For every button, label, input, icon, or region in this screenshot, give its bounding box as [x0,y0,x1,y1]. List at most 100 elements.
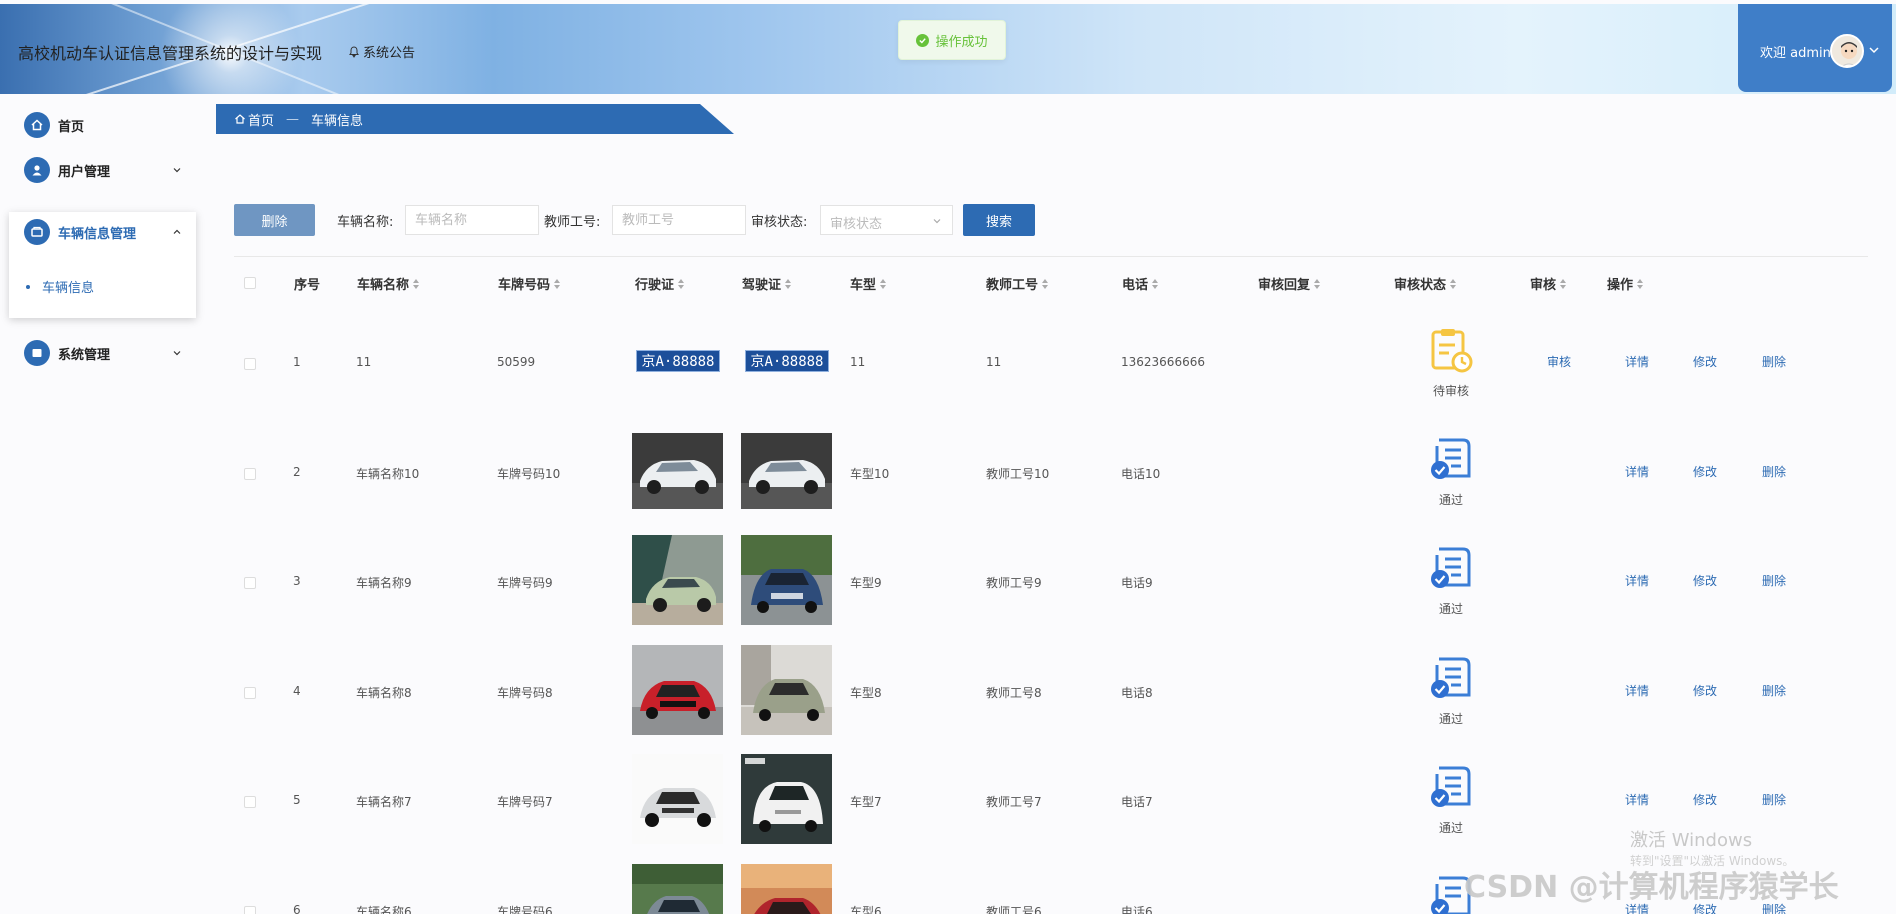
row-checkbox[interactable] [244,577,256,589]
row-checkbox[interactable] [244,796,256,808]
sort-icon[interactable] [1314,278,1321,289]
detail-link[interactable]: 详情 [1625,353,1649,370]
sort-icon[interactable] [1637,278,1644,289]
license-photo[interactable] [632,645,723,735]
sidebar-item-user-management[interactable]: 用户管理 [24,157,184,183]
cell-index: 3 [293,574,301,588]
home-icon [235,114,245,124]
bulk-delete-button[interactable]: 删除 [234,204,315,236]
delete-link[interactable]: 删除 [1762,682,1786,699]
delete-link[interactable]: 删除 [1762,572,1786,589]
row-checkbox[interactable] [244,358,256,370]
sort-icon[interactable] [413,278,420,289]
delete-link[interactable]: 删除 [1762,791,1786,808]
detail-link[interactable]: 详情 [1625,572,1649,589]
search-button[interactable]: 搜索 [963,204,1035,236]
column-header-model[interactable]: 车型 [850,274,887,293]
detail-link[interactable]: 详情 [1625,463,1649,480]
user-menu[interactable]: 欢迎 admin [1738,4,1892,92]
check-circle-icon [916,33,930,47]
license-photo[interactable] [632,864,723,914]
cell-name: 车辆名称9 [356,576,412,590]
select-all-checkbox[interactable] [244,277,256,289]
cell-plate: 车牌号码8 [497,686,553,700]
sidebar-subitem-label: 车辆信息 [42,281,95,296]
status-text: 通过 [1438,712,1463,726]
audit-status-select[interactable]: 审核状态 [820,205,953,235]
delete-link[interactable]: 删除 [1762,463,1786,480]
edit-link[interactable]: 修改 [1693,353,1717,370]
sort-icon[interactable] [678,278,685,289]
sort-icon[interactable] [1450,278,1457,289]
edit-link[interactable]: 修改 [1693,463,1717,480]
column-header-audit[interactable]: 审核 [1530,274,1567,293]
status-text: 通过 [1438,821,1463,835]
table-row: 3 车辆名称9 车牌号码9 车型9 教师工号9 电话9 通过 详情 修改 删除 [0,527,1896,637]
vehicle-name-input[interactable] [405,205,539,235]
cell-plate: 车牌号码6 [497,905,553,914]
cell-teacher: 11 [986,355,1002,369]
audit-link[interactable]: 审核 [1547,353,1571,370]
sort-icon[interactable] [785,278,792,289]
sidebar-item-home[interactable]: 首页 [24,112,184,138]
column-header-phone[interactable]: 电话 [1122,274,1159,293]
sort-icon[interactable] [880,278,887,289]
driver-license-photo[interactable] [741,864,832,914]
column-header-driver[interactable]: 驾驶证 [742,274,792,293]
license-photo[interactable] [632,433,723,509]
sort-icon[interactable] [1042,278,1049,289]
delete-link[interactable]: 删除 [1762,353,1786,370]
cell-plate: 车牌号码7 [497,795,553,809]
bell-icon [349,45,359,58]
edit-link[interactable]: 修改 [1693,791,1717,808]
edit-link[interactable]: 修改 [1693,572,1717,589]
sidebar-item-vehicle-management[interactable]: 车辆信息管理 [24,219,184,245]
driver-license-photo[interactable] [741,754,832,844]
avatar[interactable] [1830,34,1864,68]
teacher-id-input[interactable] [612,205,746,235]
table-row: 1 11 50599 京A·88888 京A·88888 11 11 13623… [0,308,1896,418]
audit-status-label: 审核状态: [751,215,808,230]
detail-link[interactable]: 详情 [1625,682,1649,699]
cell-teacher: 教师工号9 [986,576,1042,590]
row-checkbox[interactable] [244,906,256,914]
license-photo[interactable] [632,535,723,625]
row-checkbox[interactable] [244,468,256,480]
system-notice-link[interactable]: 系统公告 [348,42,415,61]
welcome-text: 欢迎 admin [1760,46,1831,61]
table-top-divider [234,256,1868,257]
driver-license-photo[interactable] [741,433,832,509]
sidebar-subitem-vehicle-info[interactable]: 车辆信息 [26,277,94,296]
column-header-reply[interactable]: 审核回复 [1258,274,1321,293]
column-header-license[interactable]: 行驶证 [635,274,685,293]
driver-plate-image[interactable]: 京A·88888 [745,350,829,372]
driver-license-photo[interactable] [741,535,832,625]
table-row: 4 车辆名称8 车牌号码8 车型8 教师工号8 电话8 通过 详情 修改 删除 [0,637,1896,747]
edit-link[interactable]: 修改 [1693,682,1717,699]
cell-name: 车辆名称8 [356,686,412,700]
approved-scroll-icon [1431,438,1471,479]
column-header-name[interactable]: 车辆名称 [357,274,420,293]
license-plate-image[interactable]: 京A·88888 [636,350,720,372]
detail-link[interactable]: 详情 [1625,791,1649,808]
breadcrumb-home[interactable]: 首页 [248,110,274,129]
column-header-plate[interactable]: 车牌号码 [498,274,561,293]
row-checkbox[interactable] [244,687,256,699]
sort-icon[interactable] [554,278,561,289]
column-header-status[interactable]: 审核状态 [1394,274,1457,293]
cell-teacher: 教师工号6 [986,905,1042,914]
sort-icon[interactable] [1560,278,1567,289]
cell-teacher: 教师工号7 [986,795,1042,809]
cell-model: 车型7 [850,795,882,809]
chevron-down-icon[interactable] [1868,44,1880,56]
license-photo[interactable] [632,754,723,844]
sort-icon[interactable] [1152,278,1159,289]
driver-license-photo[interactable] [741,645,832,735]
cell-index: 1 [293,355,301,369]
breadcrumb: 首页 — 车辆信息 [216,104,734,134]
column-header-teacher[interactable]: 教师工号 [986,274,1049,293]
audit-status-placeholder: 审核状态 [830,217,883,232]
cell-phone: 电话10 [1121,467,1161,481]
column-header-ops[interactable]: 操作 [1607,274,1644,293]
cell-phone: 电话7 [1121,795,1153,809]
